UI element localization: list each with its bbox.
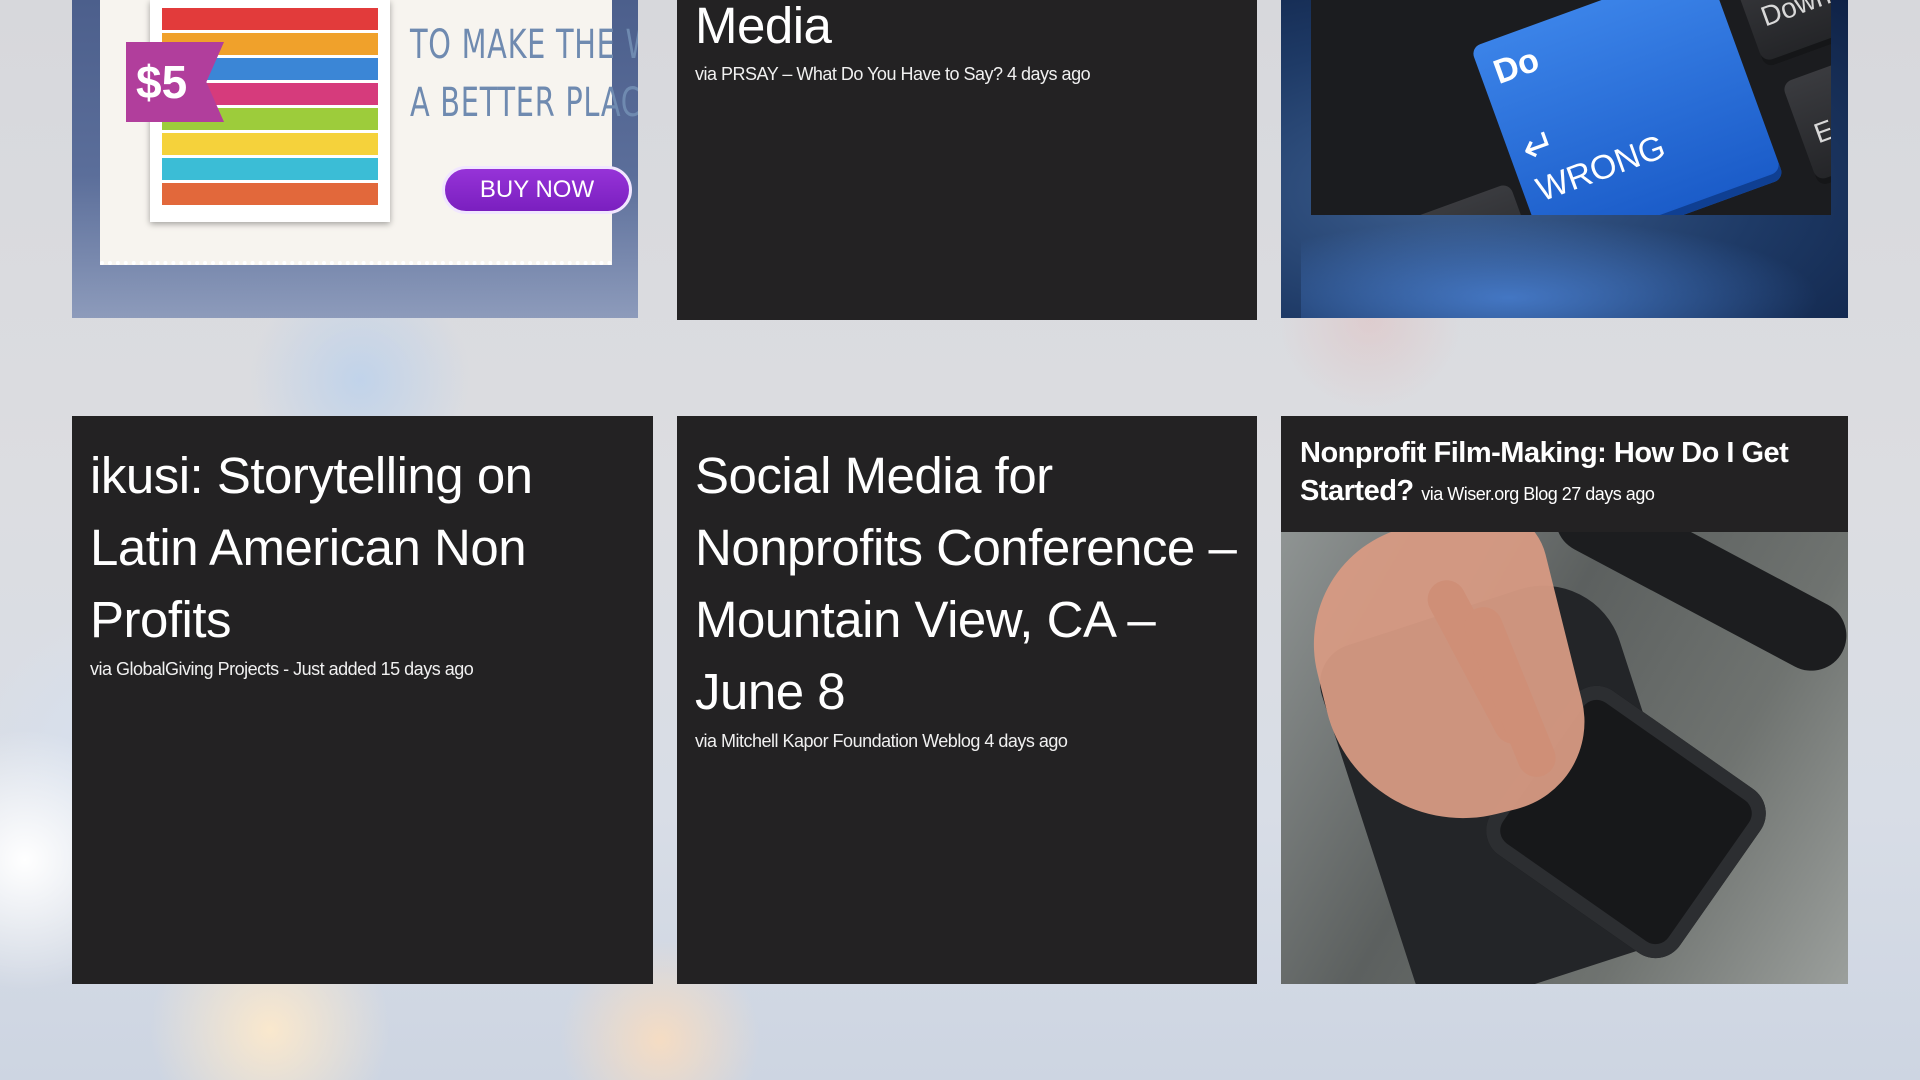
article-source: via Mitchell Kapor Foundation Weblog 4 d… <box>695 731 1068 751</box>
wrong-key: Do ↵ WRONG <box>1470 0 1785 215</box>
camera-photo <box>1281 532 1848 984</box>
ad-slogan: TO MAKE THE WORLD A BETTER PLACE <box>410 16 638 132</box>
article-source: via GlobalGiving Projects - Just added 1… <box>90 659 474 679</box>
end-key-label: En <box>1809 108 1831 150</box>
keyboard-photo: Do ↵ WRONG Page Down En <box>1311 0 1831 215</box>
article-tile-film[interactable]: Nonprofit Film-Making: How Do I Get Star… <box>1281 416 1848 984</box>
article-title[interactable]: ikusi: Storytelling on Latin American No… <box>90 440 635 656</box>
ad-slogan-line-1: TO MAKE THE WORLD <box>410 22 638 68</box>
article-tile-media[interactable]: Media via PRSAY – What Do You Have to Sa… <box>677 0 1257 320</box>
light-glow <box>1301 218 1821 318</box>
page-down-label: Page Down <box>1746 0 1831 33</box>
article-source: via Wiser.org Blog 27 days ago <box>1421 484 1655 504</box>
article-title[interactable]: Social Media for Nonprofits Conference –… <box>695 440 1239 728</box>
end-key: En <box>1781 42 1831 187</box>
article-header: Nonprofit Film-Making: How Do I Get Star… <box>1281 416 1848 532</box>
article-title-block: Nonprofit Film-Making: How Do I Get Star… <box>1300 434 1829 513</box>
article-tile-ikusi[interactable]: ikusi: Storytelling on Latin American No… <box>72 416 653 984</box>
article-tile-conference[interactable]: Social Media for Nonprofits Conference –… <box>677 416 1257 984</box>
article-title[interactable]: Media <box>695 0 832 62</box>
ad-banner: $5 TO MAKE THE WORLD A BETTER PLACE BUY … <box>100 0 638 265</box>
article-tile-image[interactable]: Do ↵ WRONG Page Down En <box>1281 0 1848 318</box>
page-down-key: Page Down <box>1727 0 1831 69</box>
ad-tile[interactable]: $5 TO MAKE THE WORLD A BETTER PLACE BUY … <box>72 0 638 318</box>
article-source: via PRSAY – What Do You Have to Say? 4 d… <box>695 64 1091 84</box>
ad-slogan-line-2: A BETTER PLACE <box>410 80 638 126</box>
buy-now-button[interactable]: BUY NOW <box>442 166 632 214</box>
